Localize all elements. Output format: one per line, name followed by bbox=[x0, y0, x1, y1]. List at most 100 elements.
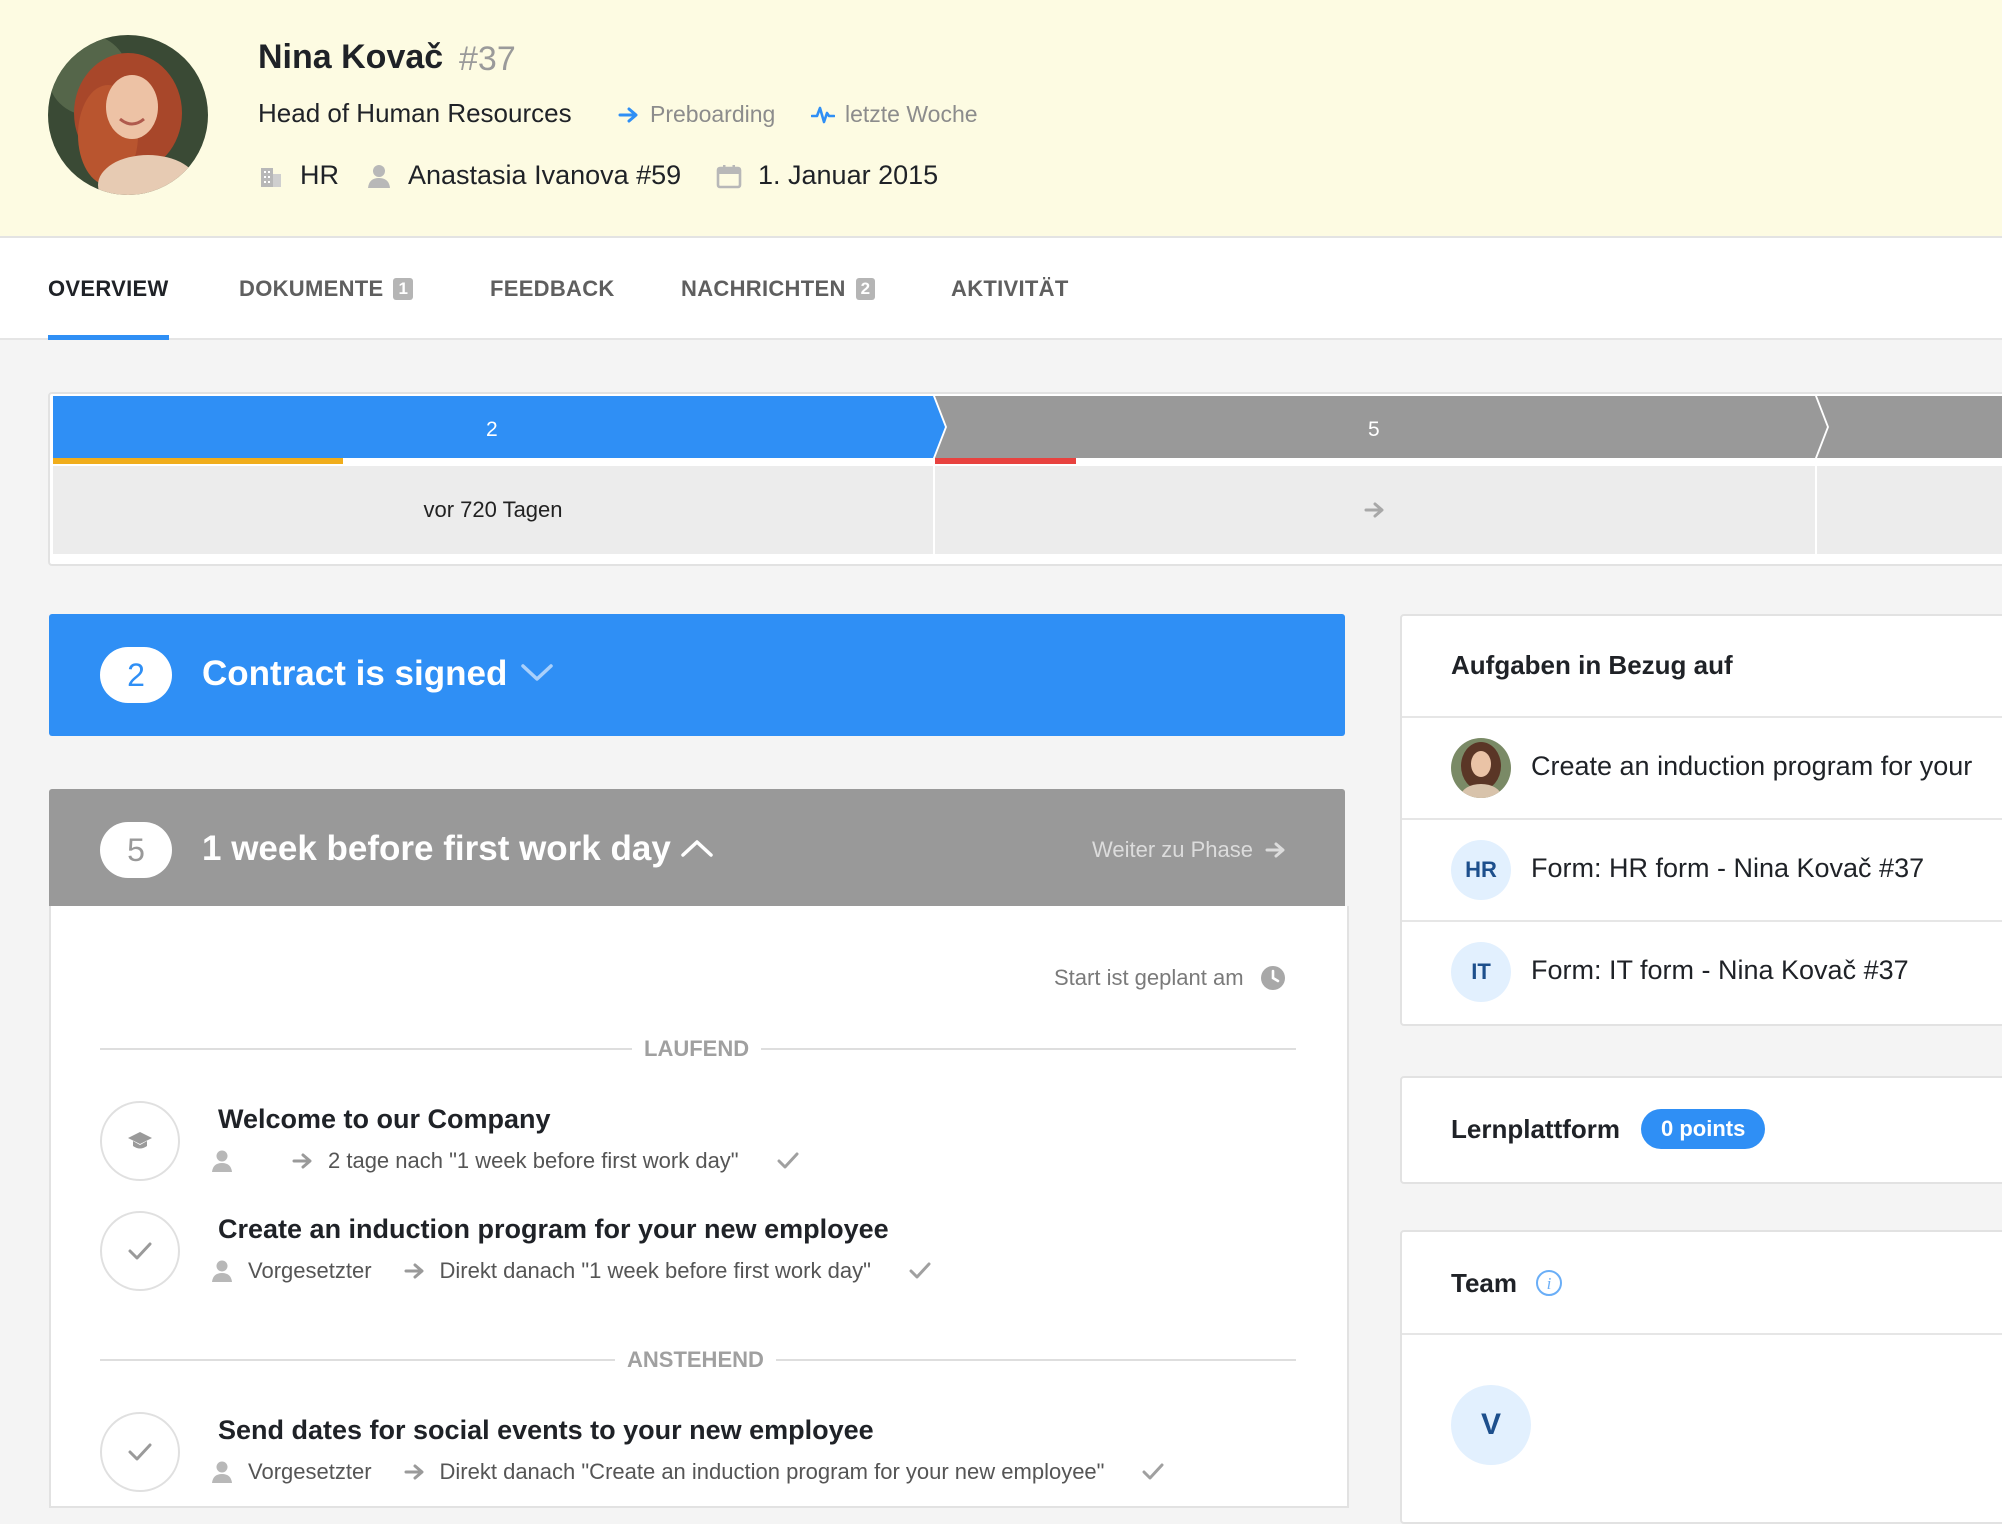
phase-number-2: 2 bbox=[486, 418, 498, 441]
tab-label: AKTIVITÄT bbox=[951, 276, 1069, 301]
checkmark-icon[interactable] bbox=[909, 1261, 931, 1281]
tab-feedback[interactable]: FEEDBACK bbox=[490, 276, 615, 302]
tab-overview[interactable]: OVERVIEW bbox=[48, 276, 169, 302]
learning-title: Lernplattform bbox=[1451, 1114, 1620, 1144]
team-member-avatar[interactable]: V bbox=[1451, 1385, 1531, 1465]
activity-tag[interactable]: letzte Woche bbox=[811, 101, 978, 128]
task-timing: Direkt danach "1 week before first work … bbox=[439, 1258, 871, 1283]
tab-dokumente[interactable]: DOKUMENTE 1 bbox=[239, 276, 414, 302]
phase-2-time-ago: vor 720 Tagen bbox=[423, 497, 563, 522]
arrow-right-icon bbox=[404, 1463, 426, 1481]
activity-tag-label: letzte Woche bbox=[845, 101, 978, 127]
person-icon bbox=[366, 163, 392, 189]
phase-5-progress-fill bbox=[935, 458, 1076, 464]
manager-meta[interactable]: Anastasia Ivanova #59 bbox=[366, 160, 681, 191]
phase-2-progress-track bbox=[53, 458, 933, 464]
job-title: Head of Human Resources bbox=[258, 98, 572, 128]
related-tasks-title: Aufgaben in Bezug auf bbox=[1451, 650, 1733, 680]
phase-number-5: 5 bbox=[1368, 418, 1380, 441]
tab-label: OVERVIEW bbox=[48, 276, 169, 301]
task-status-circle[interactable] bbox=[100, 1211, 180, 1291]
manager-label: Anastasia Ivanova #59 bbox=[408, 160, 682, 190]
phase-arrow-5[interactable] bbox=[935, 396, 1827, 458]
employee-id: #37 bbox=[459, 40, 516, 78]
person-icon bbox=[210, 1259, 234, 1283]
person-icon bbox=[210, 1460, 234, 1484]
calendar-icon bbox=[716, 163, 742, 189]
tab-aktivitaet[interactable]: AKTIVITÄT bbox=[951, 276, 1069, 302]
phase-card-title: 1 week before first work day bbox=[202, 829, 671, 868]
task-meta: 2 tage nach "1 week before first work da… bbox=[210, 1148, 799, 1174]
svg-text:i: i bbox=[1547, 1274, 1552, 1293]
phase-next-cell bbox=[1817, 466, 2002, 554]
phase-card-title: Contract is signed bbox=[202, 654, 508, 693]
hr-form-badge: HR bbox=[1451, 840, 1511, 900]
task-title[interactable]: Welcome to our Company bbox=[218, 1104, 551, 1135]
department-label: HR bbox=[300, 160, 339, 190]
task-status-circle[interactable] bbox=[100, 1412, 180, 1492]
checkmark-icon[interactable] bbox=[1142, 1462, 1164, 1482]
section-running-label: LAUFEND bbox=[632, 1036, 762, 1062]
phase-arrow-2[interactable] bbox=[53, 396, 945, 458]
employee-name: Nina Kovač bbox=[258, 38, 444, 76]
related-task-avatar bbox=[1451, 738, 1511, 798]
related-task-text[interactable]: Form: IT form - Nina Kovač #37 bbox=[1531, 955, 1909, 986]
phase-arrows bbox=[53, 396, 2002, 458]
active-tab-indicator bbox=[48, 335, 169, 340]
phase-number-badge: 2 bbox=[100, 647, 172, 703]
tab-label: NACHRICHTEN bbox=[681, 276, 846, 301]
person-icon bbox=[210, 1149, 234, 1173]
row-divider bbox=[1402, 920, 2002, 922]
checkmark-icon[interactable] bbox=[777, 1151, 799, 1171]
arrow-right-icon bbox=[292, 1152, 314, 1170]
stage-tag[interactable]: Preboarding bbox=[618, 101, 775, 128]
phase-5-cell[interactable] bbox=[935, 466, 1815, 554]
task-assignee: Vorgesetzter bbox=[248, 1258, 372, 1283]
task-meta: Vorgesetzter Direkt danach "1 week befor… bbox=[210, 1258, 931, 1284]
arrow-right-icon bbox=[618, 106, 640, 124]
activity-pulse-icon bbox=[811, 105, 835, 125]
checkmark-icon bbox=[127, 1240, 153, 1262]
chevron-up-icon[interactable] bbox=[680, 837, 714, 859]
task-timing: Direkt danach "Create an induction progr… bbox=[439, 1459, 1105, 1484]
checkmark-icon bbox=[127, 1441, 153, 1463]
task-title[interactable]: Create an induction program for your new… bbox=[218, 1214, 889, 1245]
tab-nachrichten[interactable]: NACHRICHTEN 2 bbox=[681, 276, 876, 302]
task-title[interactable]: Send dates for social events to your new… bbox=[218, 1415, 874, 1446]
department-meta: HR bbox=[258, 160, 339, 191]
arrow-right-icon bbox=[404, 1262, 426, 1280]
info-icon[interactable]: i bbox=[1535, 1269, 1563, 1297]
tab-count-badge: 1 bbox=[393, 278, 414, 300]
phase-2-cell: vor 720 Tagen bbox=[53, 466, 933, 554]
related-task-text[interactable]: Form: HR form - Nina Kovač #37 bbox=[1531, 853, 1924, 884]
start-date-meta: 1. Januar 2015 bbox=[716, 160, 938, 191]
arrow-right-icon bbox=[1265, 841, 1287, 859]
tab-count-badge: 2 bbox=[855, 278, 876, 300]
phase-number-badge: 5 bbox=[100, 822, 172, 878]
schedule-info: Start ist geplant am bbox=[1054, 965, 1286, 991]
task-timing: 2 tage nach "1 week before first work da… bbox=[328, 1148, 739, 1173]
arrow-right-icon bbox=[1364, 501, 1386, 519]
task-assignee: Vorgesetzter bbox=[248, 1459, 372, 1484]
it-form-badge: IT bbox=[1451, 942, 1511, 1002]
tab-label: FEEDBACK bbox=[490, 276, 615, 301]
row-divider bbox=[1402, 716, 2002, 718]
phase-5-progress-track bbox=[935, 458, 1815, 464]
profile-avatar bbox=[48, 35, 208, 195]
building-icon bbox=[258, 163, 284, 189]
phase-2-progress-fill bbox=[53, 458, 344, 464]
chevron-down-icon[interactable] bbox=[520, 662, 554, 684]
related-task-text[interactable]: Create an induction program for your bbox=[1531, 751, 1972, 782]
next-phase-link[interactable]: Weiter zu Phase bbox=[1092, 837, 1287, 863]
task-meta: Vorgesetzter Direkt danach "Create an in… bbox=[210, 1459, 1164, 1485]
clock-icon bbox=[1260, 965, 1286, 991]
row-divider bbox=[1402, 1333, 2002, 1335]
task-status-circle[interactable] bbox=[100, 1101, 180, 1181]
stage-tag-label: Preboarding bbox=[650, 101, 776, 127]
start-date-label: 1. Januar 2015 bbox=[758, 160, 939, 190]
points-badge[interactable]: 0 points bbox=[1641, 1109, 1766, 1149]
phase-arrow-next[interactable] bbox=[1817, 396, 2002, 458]
next-phase-label: Weiter zu Phase bbox=[1092, 837, 1254, 862]
schedule-text: Start ist geplant am bbox=[1054, 965, 1244, 990]
tab-label: DOKUMENTE bbox=[239, 276, 384, 301]
